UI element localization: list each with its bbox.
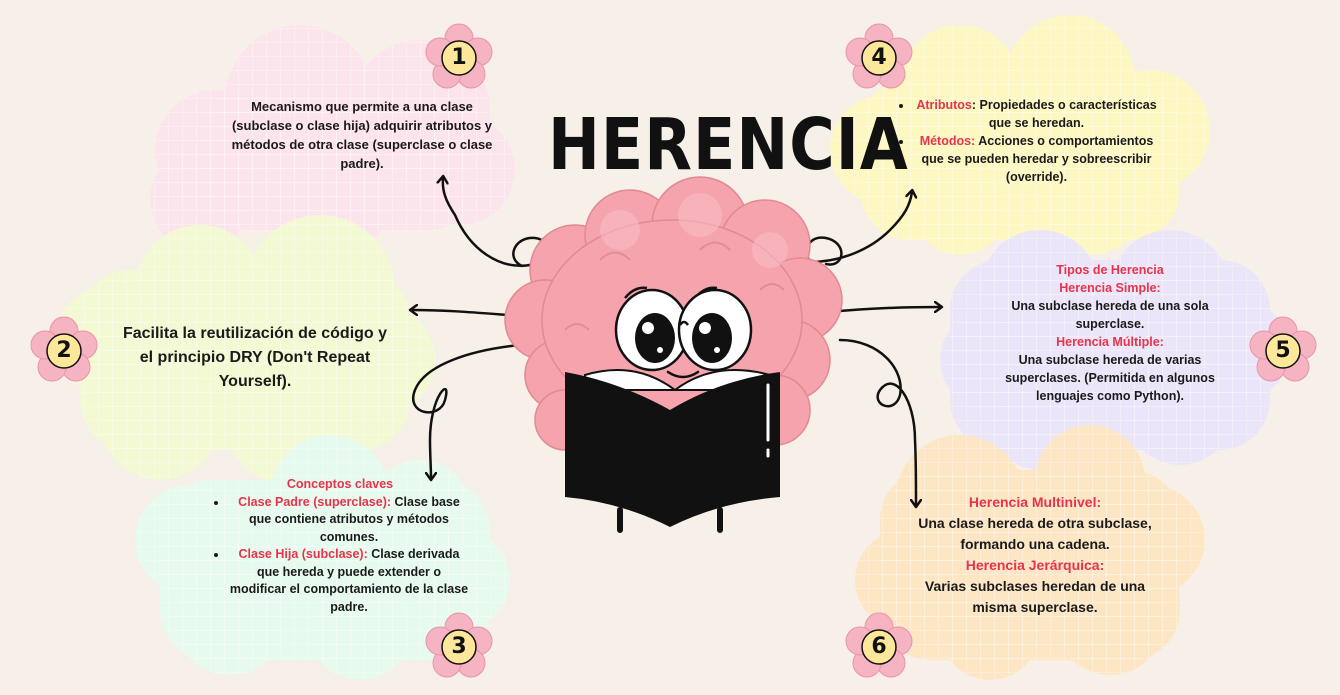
cloud-5-sub2-title: Herencia Múltiple: xyxy=(1056,335,1164,349)
badge-number-4: 4 xyxy=(871,45,887,70)
cloud-4-content: Atributos: Propiedades o características… xyxy=(895,96,1160,186)
list-item-label: Clase Padre (superclase): xyxy=(238,494,392,509)
badge-number-6: 6 xyxy=(871,634,887,659)
cloud-3-heading: Conceptos claves xyxy=(286,477,394,491)
cloud-5-heading: Tipos de Herencia xyxy=(1056,263,1164,277)
page-title: HERENCIA xyxy=(548,102,909,187)
list-item: Clase Padre (superclase): Clase base que… xyxy=(228,494,470,547)
arrow-to-cloud-2 xyxy=(412,310,522,318)
cloud-5-sub1-title: Herencia Simple: xyxy=(1059,281,1161,295)
list-item: Métodos: Acciones o comportamientos que … xyxy=(913,132,1160,186)
cloud-5-content: Tipos de Herencia Herencia Simple: Una s… xyxy=(995,261,1225,405)
badge-number-1: 1 xyxy=(451,45,467,70)
badge-number-3: 3 xyxy=(451,634,467,659)
cloud-3-content: Conceptos claves Clase Padre (superclase… xyxy=(210,476,470,616)
cloud-6-sub1-title: Herencia Multinivel: xyxy=(968,494,1102,510)
cloud-3-list: Clase Padre (superclase): Clase base que… xyxy=(210,494,470,617)
brain-character-illustration xyxy=(504,176,843,533)
cloud-5-sub2-text: Una subclase hereda de varias superclase… xyxy=(1005,353,1215,403)
badge-number-2: 2 xyxy=(56,338,72,363)
cloud-5-sub1-text: Una subclase hereda de una sola supercla… xyxy=(1011,299,1209,331)
list-item-label: Clase Hija (subclase): xyxy=(238,547,368,561)
list-item: Clase Hija (subclase): Clase derivada qu… xyxy=(228,546,470,616)
list-item: Atributos: Propiedades o características… xyxy=(913,96,1160,132)
list-item-label: Atributos xyxy=(916,98,972,112)
badge-number-5: 5 xyxy=(1275,338,1291,363)
cloud-6-sub2-text: Varias subclases heredan de una misma su… xyxy=(924,578,1146,615)
list-item-text: : Propiedades o características que se h… xyxy=(971,98,1157,130)
cloud-6-content: Herencia Multinivel: Una clase hereda de… xyxy=(915,492,1155,618)
cloud-2-text: Facilita la reutilización de código y el… xyxy=(122,325,388,390)
list-item-label: Métodos: xyxy=(919,134,976,148)
arrow-to-cloud-5 xyxy=(828,307,940,314)
cloud-6-sub2-title: Herencia Jerárquica: xyxy=(965,557,1105,573)
cloud-6-sub1-text: Una clase hereda de otra subclase, forma… xyxy=(918,515,1152,552)
cloud-4-list: Atributos: Propiedades o características… xyxy=(895,96,1160,186)
cloud-1-text: Mecanismo que permite a una clase (subcl… xyxy=(231,99,493,171)
